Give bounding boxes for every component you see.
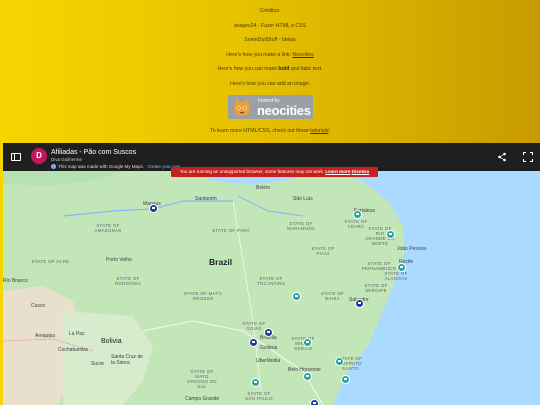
map-pin[interactable] — [386, 230, 395, 239]
embedded-map[interactable]: D Afiliadas - Pão com Suscos Diva Guilhe… — [3, 143, 540, 405]
city-label: Uberlândia — [256, 358, 281, 364]
map-pin[interactable] — [303, 338, 312, 347]
image-example-line: Here's how you can add an image: — [230, 80, 310, 87]
city-label: Arequipa — [35, 333, 56, 339]
state-label: STATE OF MATO GROSSO — [183, 291, 223, 301]
badge-brand-text: neocities — [257, 103, 311, 118]
map-pin[interactable] — [251, 378, 260, 387]
map-terrain — [3, 171, 405, 405]
credits-line-2: SomeDullStuff - Ideias — [244, 37, 296, 44]
city-label: Sucre — [91, 361, 105, 367]
map-pin[interactable] — [310, 399, 319, 405]
country-label-bolivia: Bolivia — [101, 338, 122, 345]
tutorials-link[interactable]: tutorials — [310, 128, 328, 134]
state-label: STATE OF SÃO PAULO — [245, 391, 273, 401]
avatar: D — [31, 148, 47, 164]
city-label: Cusco — [31, 303, 46, 309]
city-label: Santa Cruz de la Sierra — [111, 354, 143, 366]
map-pin[interactable] — [355, 299, 364, 308]
city-label: João Pessoa — [397, 246, 426, 252]
map-note: i This map was made with Google My Maps. … — [51, 164, 182, 169]
map-pin[interactable] — [397, 263, 406, 272]
city-label: São Luís — [293, 196, 313, 202]
bold-example-prefix: Here's how you can make — [217, 66, 277, 73]
neocities-cat-icon — [234, 98, 250, 116]
bold-example-line: Here's how you can make bold and italic … — [0, 64, 540, 79]
map-pin[interactable] — [292, 292, 301, 301]
map-pin[interactable] — [249, 338, 258, 347]
credits-title: Créditos: — [259, 8, 281, 14]
map-title[interactable]: Afiliadas - Pão com Suscos — [51, 149, 136, 156]
state-label: STATE OF PERNAMBUCO — [361, 261, 397, 271]
state-label: STATE OF AMAZONAS — [94, 223, 122, 233]
city-label: Cochabamba — [58, 347, 88, 353]
neocities-link[interactable]: Neocities — [292, 52, 313, 58]
map-pin[interactable] — [149, 204, 158, 213]
map-pin[interactable] — [335, 357, 344, 366]
city-label: Porto Velho — [106, 257, 132, 263]
sidebar-toggle-icon[interactable] — [11, 153, 21, 161]
map-canvas[interactable]: Brazil Bolivia STATE OF AMAZONAS STATE O… — [3, 171, 540, 405]
state-label: STATE OF RONDÔNIA — [114, 276, 142, 286]
city-label: Campo Grande — [185, 396, 220, 402]
credits-block: Créditos: avages24 - Fazer HTML e CSS So… — [0, 6, 540, 94]
bold-word: bold — [278, 66, 290, 73]
map-pin[interactable] — [353, 210, 362, 219]
tutorial-prefix: To learn more HTML/CSS, check out these — [210, 128, 309, 134]
state-label: STATE OF TOCANTINS — [257, 276, 285, 286]
state-label: STATE OF MATO GROSSO DO SUL — [187, 369, 217, 389]
fullscreen-icon[interactable] — [523, 152, 533, 162]
city-label: Santarém — [195, 196, 217, 202]
bold-example-suffix: and italic text. — [290, 66, 323, 73]
map-pin[interactable] — [341, 375, 350, 384]
state-label: STATE OF BAHIA — [320, 291, 345, 301]
info-icon: i — [51, 164, 56, 169]
link-example-prefix: Here's how you make a link: — [226, 51, 291, 58]
state-label: STATE OF ALAGOAS — [384, 271, 408, 281]
map-pin[interactable] — [264, 328, 273, 337]
city-label: La Paz — [69, 331, 85, 337]
city-label: Goiânia — [260, 345, 278, 351]
map-note-text: This map was made with Google My Maps. — [58, 164, 145, 169]
state-label: STATE OF SERGIPE — [364, 283, 388, 293]
share-icon[interactable] — [497, 152, 507, 162]
city-label: Belém — [256, 185, 271, 191]
map-pin[interactable] — [303, 372, 312, 381]
state-label: STATE OF PIAUÍ — [311, 246, 335, 256]
learn-more-link[interactable]: Learn more — [325, 169, 350, 174]
state-label: STATE OF PARÁ — [212, 228, 250, 233]
city-label: Rio Branco — [3, 278, 28, 284]
tutorial-suffix: ! — [328, 128, 330, 134]
warning-text: You are running an unsupported browser, … — [179, 169, 325, 174]
country-label-brazil: Brazil — [209, 257, 233, 267]
tutorial-line: To learn more HTML/CSS, check out these … — [0, 128, 540, 134]
neocities-badge[interactable]: hosted by neocities — [228, 95, 313, 119]
credits-line-1: avages24 - Fazer HTML e CSS — [233, 22, 307, 29]
state-label: STATE OF MARANHÃO — [287, 221, 315, 231]
dismiss-link[interactable]: Dismiss — [352, 169, 370, 174]
unsupported-browser-banner: You are running an unsupported browser, … — [171, 167, 378, 177]
state-label: STATE OF ACRE — [31, 259, 70, 264]
link-example-line: Here's how you make a link: Neocities — [0, 50, 540, 65]
map-author: Diva Guilherme — [51, 157, 83, 162]
